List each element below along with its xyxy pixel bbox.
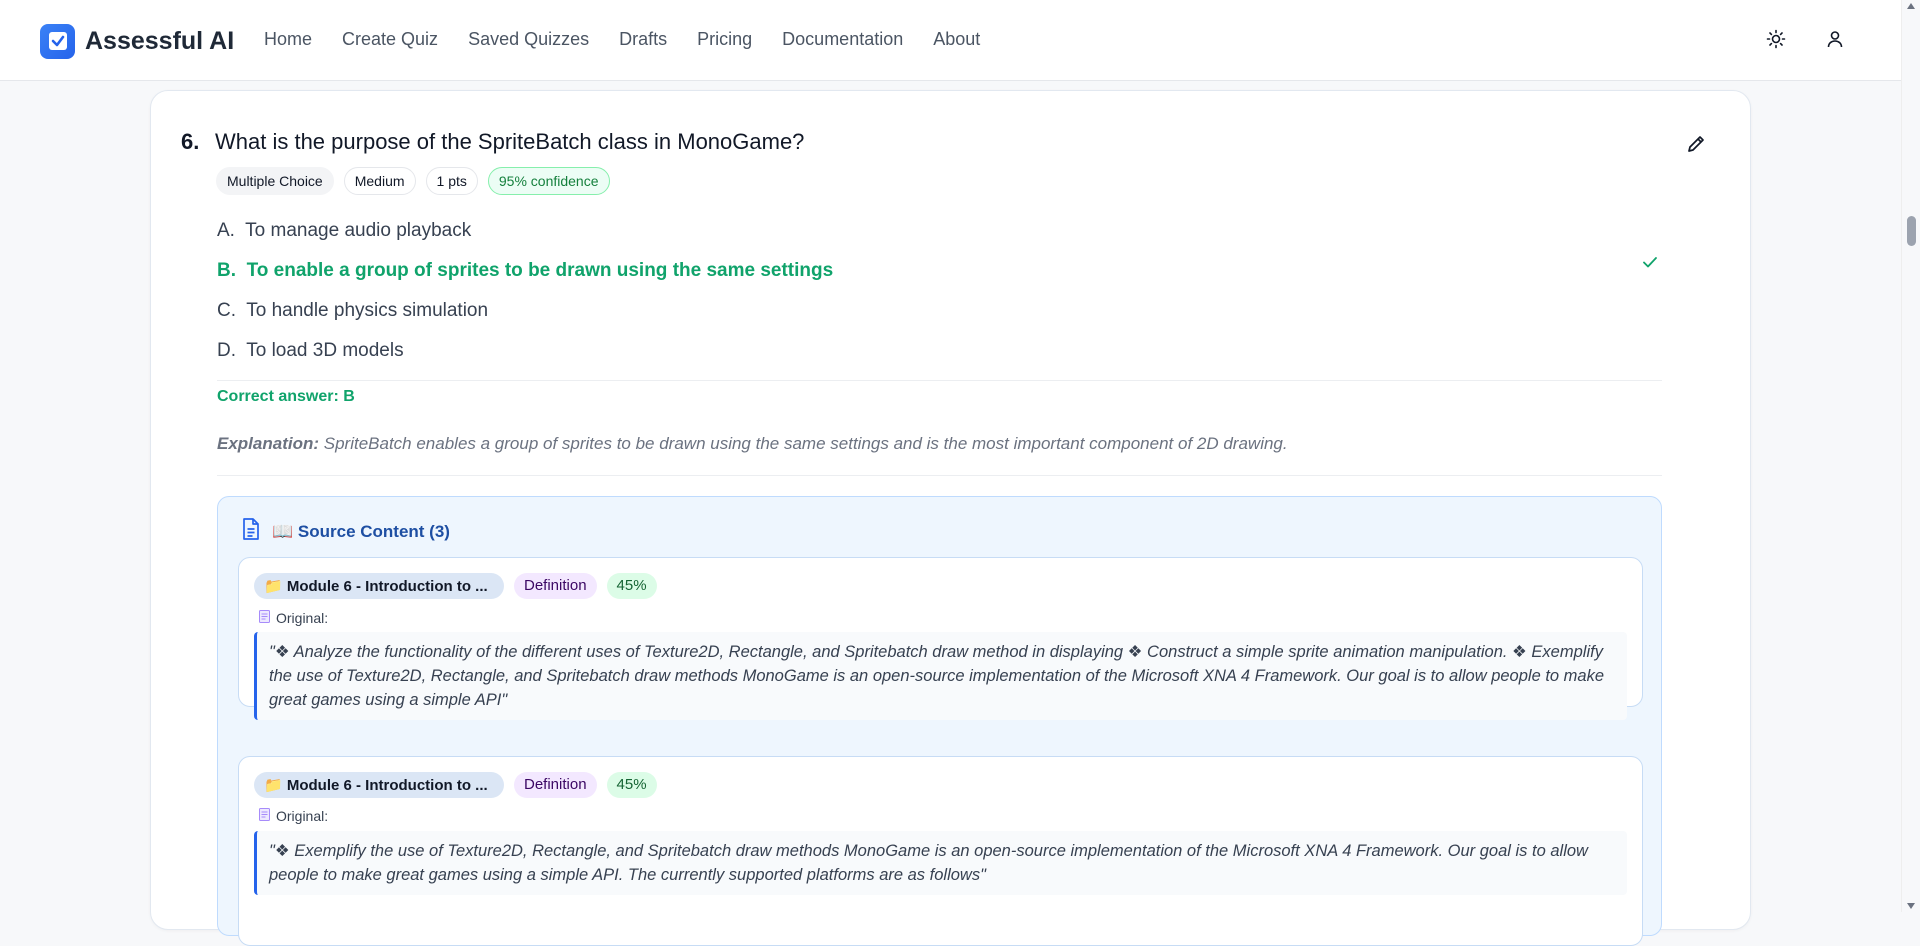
question-text: What is the purpose of the SpriteBatch c… [215, 129, 805, 154]
source-chips: 📁 Module 6 - Introduction to ... Definit… [254, 772, 657, 798]
option-letter: B. [217, 260, 236, 281]
edit-pencil-icon[interactable] [1685, 133, 1709, 157]
option-b-correct: B. To enable a group of sprites to be dr… [217, 260, 833, 282]
option-text: To manage audio playback [245, 220, 472, 241]
brand-logo-icon [40, 23, 75, 59]
divider [217, 380, 1662, 381]
nav-documentation[interactable]: Documentation [782, 29, 903, 50]
nav-saved-quizzes[interactable]: Saved Quizzes [468, 29, 589, 50]
module-chip: 📁 Module 6 - Introduction to ... [254, 772, 504, 798]
original-label: Original: [259, 610, 328, 626]
question-number: 6. [181, 129, 200, 154]
source-quote: "❖ Analyze the functionality of the diff… [254, 632, 1627, 720]
explanation: Explanation: SpriteBatch enables a group… [217, 434, 1288, 454]
match-percent-chip: 45% [606, 772, 657, 798]
source-item: 📁 Module 6 - Introduction to ... Definit… [238, 756, 1643, 946]
module-chip: 📁 Module 6 - Introduction to ... [254, 573, 504, 599]
source-header[interactable]: 📖 Source Content (3) [240, 517, 450, 546]
explanation-text: SpriteBatch enables a group of sprites t… [319, 434, 1288, 453]
original-label: Original: [259, 808, 328, 824]
correct-answer: Correct answer: B [217, 388, 355, 405]
type-chip: Definition [514, 573, 597, 599]
type-badge: Multiple Choice [216, 167, 334, 195]
option-text: To handle physics simulation [246, 300, 489, 321]
correct-check-icon [1641, 253, 1661, 273]
user-profile-icon[interactable] [1822, 26, 1848, 52]
option-text: To enable a group of sprites to be drawn… [246, 260, 834, 281]
type-chip: Definition [514, 772, 597, 798]
nav-about[interactable]: About [933, 29, 980, 50]
original-label-text: Original: [276, 808, 329, 824]
option-text: To load 3D models [246, 340, 404, 361]
points-badge: 1 pts [425, 167, 478, 195]
option-c: C. To handle physics simulation [217, 300, 488, 322]
option-letter: D. [217, 340, 236, 361]
page-scrollbar[interactable] [1901, 0, 1920, 912]
source-quote: "❖ Exemplify the use of Texture2D, Recta… [254, 831, 1627, 895]
source-chips: 📁 Module 6 - Introduction to ... Definit… [254, 573, 657, 599]
option-a: A. To manage audio playback [217, 220, 471, 242]
original-label-text: Original: [276, 610, 329, 626]
option-d: D. To load 3D models [217, 340, 404, 362]
explanation-label: Explanation: [217, 434, 320, 453]
nav-home[interactable]: Home [264, 29, 312, 50]
page-icon [259, 808, 270, 824]
source-title: 📖 Source Content (3) [272, 521, 450, 541]
option-letter: A. [217, 220, 235, 241]
theme-toggle-sun-icon[interactable] [1763, 26, 1789, 52]
question-card: 6. What is the purpose of the SpriteBatc… [150, 90, 1751, 946]
nav-drafts[interactable]: Drafts [619, 29, 667, 50]
brand-name: Assessful AI [85, 26, 235, 55]
match-percent-chip: 45% [606, 573, 657, 599]
question-badges: Multiple Choice Medium 1 pts 95% confide… [216, 167, 610, 195]
difficulty-badge: Medium [343, 167, 416, 195]
nav-links: Home Create Quiz Saved Quizzes Drafts Pr… [264, 29, 1010, 50]
brand[interactable]: Assessful AI [40, 22, 234, 60]
nav-create-quiz[interactable]: Create Quiz [342, 29, 438, 50]
scroll-down-arrow-icon[interactable] [1907, 903, 1915, 909]
nav-pricing[interactable]: Pricing [697, 29, 752, 50]
scroll-up-arrow-icon[interactable] [1907, 3, 1915, 9]
option-letter: C. [217, 300, 236, 321]
source-item: 📁 Module 6 - Introduction to ... Definit… [238, 557, 1643, 720]
divider [217, 475, 1662, 476]
source-content-panel: 📖 Source Content (3) 📁 Module 6 - Introd… [217, 496, 1662, 946]
document-icon [240, 517, 262, 546]
confidence-badge: 95% confidence [487, 167, 610, 195]
scroll-thumb[interactable] [1907, 216, 1916, 246]
page-icon [259, 610, 270, 626]
top-navbar: Assessful AI Home Create Quiz Saved Quiz… [0, 0, 1901, 81]
